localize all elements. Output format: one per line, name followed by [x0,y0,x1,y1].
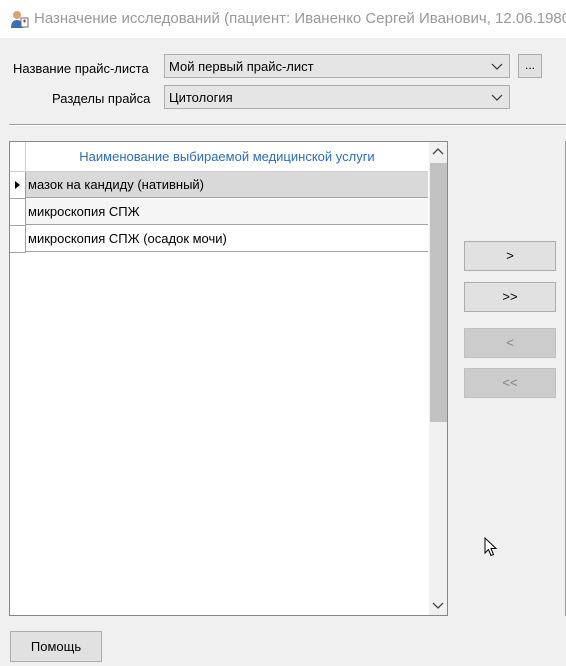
table-row[interactable]: микроскопия СПЖ [10,199,428,226]
column-header-service-name[interactable]: Наименование выбираемой медицинской услу… [26,142,428,172]
section-combobox[interactable]: Цитология [164,85,510,109]
table-cell[interactable]: микроскопия СПЖ [26,199,428,225]
add-all-button[interactable]: >> [464,282,556,312]
add-selected-button[interactable]: > [464,241,556,271]
current-row-pointer-icon [15,181,20,189]
patient-app-icon [11,11,29,28]
table-cell[interactable]: микроскопия СПЖ (осадок мочи) [26,226,428,252]
section-label: Разделы прайса [52,91,151,106]
row-header[interactable] [10,226,26,253]
pricelist-label: Название прайс-листа [13,61,149,76]
window-title: Назначение исследований (пациент: Иванен… [34,10,566,27]
scrollbar-thumb[interactable] [430,163,447,422]
table-row[interactable]: микроскопия СПЖ (осадок мочи) [10,226,428,253]
mouse-cursor-icon [484,537,498,557]
chevron-down-icon [491,94,503,101]
vertical-scrollbar[interactable] [429,142,447,615]
title-bar: Назначение исследований (пациент: Иванен… [0,0,566,38]
scroll-down-arrow-icon[interactable] [429,595,447,615]
pricelist-value: Мой первый прайс-лист [169,59,314,74]
pricelist-combobox[interactable]: Мой первый прайс-лист [164,54,510,78]
grid-header-corner [10,142,26,172]
services-grid[interactable]: Наименование выбираемой медицинской услу… [9,141,448,616]
row-header[interactable] [10,199,26,226]
help-button[interactable]: Помощь [10,631,102,662]
chevron-down-icon [491,63,503,70]
separator-highlight [9,125,566,126]
browse-pricelist-button[interactable]: ... [518,54,542,78]
scroll-up-arrow-icon[interactable] [429,142,447,162]
remove-all-button[interactable]: << [464,368,556,398]
row-header[interactable] [10,172,26,199]
table-cell[interactable]: мазок на кандиду (нативный) [26,172,428,198]
remove-selected-button[interactable]: < [464,328,556,358]
section-value: Цитология [169,90,233,105]
table-row[interactable]: мазок на кандиду (нативный) [10,172,428,199]
